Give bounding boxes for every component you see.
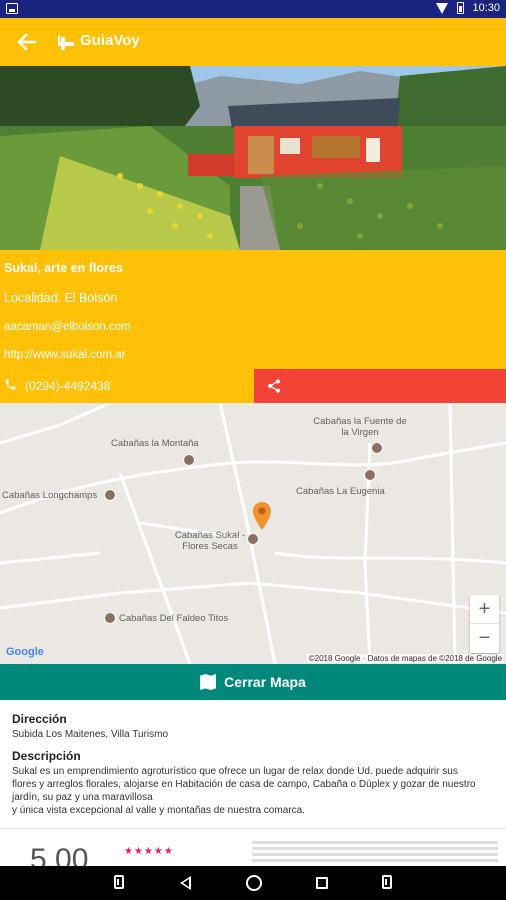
phone-icon	[4, 378, 17, 394]
map-copyright: ©2018 Google · Datos de mapas de ©2018 d…	[306, 654, 504, 663]
lodging-icon[interactable]	[104, 612, 116, 624]
website-link[interactable]: http://www.sukal.com.ar	[4, 349, 125, 361]
close-map-label: Cerrar Mapa	[224, 674, 306, 690]
info-panel: Sukal, arte en flores Localidad: El Bols…	[0, 250, 506, 403]
zoom-in-button[interactable]: +	[470, 595, 499, 624]
nav-recents-icon[interactable]	[316, 877, 328, 889]
bed-icon	[58, 35, 74, 46]
map-icon	[200, 674, 217, 690]
zoom-out-button[interactable]: −	[470, 624, 499, 653]
share-button[interactable]	[254, 369, 506, 403]
hero-image	[0, 66, 506, 250]
map-view[interactable]: Cabañas la Montaña Cabañas la Fuente de …	[0, 403, 506, 664]
zoom-controls: + −	[470, 595, 499, 653]
lodging-icon[interactable]	[247, 533, 259, 545]
map-label-fuente: Cabañas la Fuente de la Virgen	[313, 416, 407, 438]
rating-bars	[252, 841, 498, 865]
nav-back-icon[interactable]	[178, 875, 194, 891]
map-label-sukal: Cabañas Sukal - Flores Secas	[174, 530, 246, 552]
app-title: GuiaVoy	[58, 32, 140, 49]
lodging-icon[interactable]	[104, 489, 116, 501]
map-label-montana: Cabañas la Montaña	[111, 438, 199, 449]
map-label-longchamps: Cabañas Longchamps	[2, 490, 98, 501]
share-icon	[266, 378, 282, 399]
wifi-icon	[436, 2, 449, 14]
nav-home-icon[interactable]	[246, 875, 262, 891]
photo-notification-icon	[6, 3, 18, 14]
descripcion-line-4: y única vista excepcional al valle y mon…	[12, 805, 305, 816]
map-label-faldeo: Cabañas Del Faldeo Titos	[119, 613, 229, 624]
locality: Localidad: El Bolsón	[4, 291, 118, 305]
screen-rotate-icon[interactable]	[382, 875, 392, 889]
rating-stars: ★★★★★	[124, 846, 174, 857]
direccion-heading: Dirección	[12, 712, 67, 726]
rating-section: 5.00 ★★★★★	[0, 828, 506, 866]
phone-button[interactable]: (0294)-4492438	[4, 378, 110, 394]
direccion-value: Subida Los Maitenes, Villa Turismo	[12, 729, 169, 740]
lodging-icon[interactable]	[364, 469, 376, 481]
descripcion-line-3: jardín, su paz y una maravillosa	[12, 792, 153, 803]
rating-score: 5.00	[30, 843, 89, 866]
lodging-icon[interactable]	[371, 442, 383, 454]
email-link[interactable]: aacaman@elbolson.com	[4, 321, 131, 333]
location-pin-icon[interactable]	[253, 502, 271, 535]
google-logo: Google	[6, 646, 44, 658]
details-section: Dirección Subida Los Maitenes, Villa Tur…	[0, 700, 506, 828]
app-bar: GuiaVoy	[0, 18, 506, 66]
descripcion-heading: Descripción	[12, 749, 81, 763]
battery-icon	[457, 2, 465, 14]
descripcion-line-1: Sukal es un emprendimiento agroturístico…	[12, 766, 458, 777]
arrow-back-icon[interactable]	[14, 30, 40, 54]
place-name: Sukal, arte en flores	[4, 261, 123, 275]
phone-number: (0294)-4492438	[25, 379, 111, 393]
screen-cast-icon[interactable]	[114, 875, 124, 889]
lodging-icon[interactable]	[183, 454, 195, 466]
status-bar: 10:30	[0, 0, 506, 18]
navigation-bar	[0, 866, 506, 900]
close-map-button[interactable]: Cerrar Mapa	[0, 664, 506, 700]
map-label-eugenia: Cabañas La Eugenia	[296, 486, 385, 497]
descripcion-line-2: flores y arreglos florales, alojarse en …	[12, 779, 476, 790]
clock: 10:30	[472, 2, 500, 14]
app-title-text: GuiaVoy	[80, 32, 140, 49]
